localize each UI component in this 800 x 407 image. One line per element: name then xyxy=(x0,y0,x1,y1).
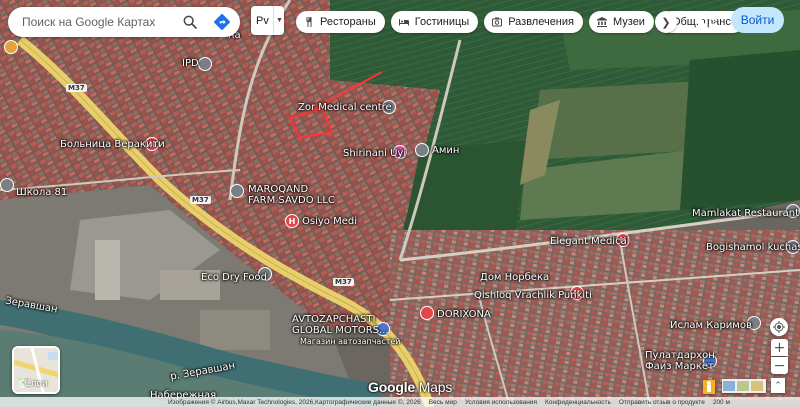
chip-label: Развлечения xyxy=(508,16,574,28)
terms-link[interactable]: Условия использования xyxy=(465,399,537,406)
zoom-out-button[interactable]: − xyxy=(771,357,788,374)
place-pin[interactable] xyxy=(198,57,212,71)
road-shield: M37 xyxy=(66,84,87,92)
label-shirinani[interactable]: Shirinani Uyi xyxy=(343,148,406,159)
fork-knife-icon xyxy=(306,17,312,27)
label-amin[interactable]: Амин xyxy=(432,145,459,156)
place-pin[interactable] xyxy=(415,143,429,157)
chip-label: Общ. транс xyxy=(671,16,731,28)
feedback-link[interactable]: Отправить отзыв о продукте xyxy=(619,399,705,406)
chip-restaurants[interactable]: Рестораны xyxy=(296,11,385,33)
road-shield: M37 xyxy=(190,196,211,204)
road-shield: M37 xyxy=(333,278,354,286)
my-location-button[interactable] xyxy=(770,318,788,336)
label-elegant[interactable]: Elegant Medical xyxy=(550,236,629,247)
search-input[interactable] xyxy=(22,15,172,29)
label-pulat[interactable]: Пулатдархон Фаиз Маркет xyxy=(645,350,715,372)
imagery-preview-icon xyxy=(723,381,763,391)
chevron-right-icon[interactable]: ❯ xyxy=(655,11,677,33)
label-osiyo[interactable]: Osiyo Medi xyxy=(302,216,357,227)
chip-entertainment[interactable]: Развлечения xyxy=(484,11,583,33)
chip-hotels[interactable]: Гостиницы xyxy=(390,11,479,33)
google-maps-logo: Google Maps xyxy=(368,379,453,395)
signin-button[interactable]: Войти xyxy=(731,7,784,33)
directions-icon[interactable] xyxy=(213,13,231,31)
label-medical[interactable]: Zor Medical centre xyxy=(298,102,392,113)
label-ecodry[interactable]: Eco Dry Food xyxy=(201,272,267,283)
school-icon[interactable] xyxy=(0,178,14,192)
place-pin[interactable] xyxy=(230,184,244,198)
chevron-down-icon[interactable]: ▼ xyxy=(276,17,283,24)
apps-grid-icon[interactable] xyxy=(704,12,718,26)
label-maroqand[interactable]: MAROQAND FARM SAVDO LLC xyxy=(248,184,335,206)
country-link[interactable]: Весь мир xyxy=(429,399,457,406)
layers-label: Слои xyxy=(24,379,48,389)
museum-icon xyxy=(596,17,607,27)
chip-label: Гостиницы xyxy=(414,16,470,28)
label-school[interactable]: Школа 81 xyxy=(16,187,67,198)
label-qishloq[interactable]: Qishloq Vrachlik Punkiti xyxy=(474,290,592,301)
privacy-link[interactable]: Конфиденциальность xyxy=(545,399,611,406)
label-magazin[interactable]: Магазин автозапчастей xyxy=(300,336,401,347)
my-location-icon xyxy=(773,321,785,333)
label-dom[interactable]: Дом Норбека xyxy=(480,272,549,283)
scale-label[interactable]: 200 м xyxy=(713,399,730,406)
imagery-thumbnails[interactable] xyxy=(722,379,766,393)
label-dorixona[interactable]: DORIXONA xyxy=(437,309,491,320)
layers-toggle[interactable]: Слои xyxy=(12,346,60,394)
map-type-label: Рv xyxy=(256,14,269,27)
bed-icon xyxy=(398,19,409,26)
imagery-credit: Изображения © Airbus,Maxar Technologies,… xyxy=(168,398,421,406)
expand-up-icon[interactable]: ⌃ xyxy=(771,378,785,393)
label-hospital[interactable]: Больница Веракити xyxy=(60,139,165,150)
place-pin[interactable] xyxy=(4,40,18,54)
search-icon[interactable] xyxy=(182,14,198,30)
chip-museums[interactable]: Музеи xyxy=(588,11,654,33)
map-footer: Изображения © Airbus,Maxar Technologies,… xyxy=(0,397,800,407)
label-islam[interactable]: Ислам Каримов xyxy=(670,320,752,331)
chip-label: Музеи xyxy=(612,16,645,28)
label-mamlakat[interactable]: Mamlakat Restaurant xyxy=(692,208,799,219)
zoom-in-button[interactable]: + xyxy=(771,339,788,356)
label-avtoz[interactable]: AVTOZAPCHASTI GLOBAL MOTORS... xyxy=(292,314,389,336)
map-type-button[interactable]: Рv ▼ xyxy=(251,6,284,35)
chip-label: Рестораны xyxy=(320,16,376,28)
pharmacy-icon[interactable] xyxy=(420,306,434,320)
pegman-icon[interactable] xyxy=(703,380,715,394)
label-bogishamol[interactable]: Bogishamol kuchasi xyxy=(706,242,800,253)
hospital-icon[interactable]: H xyxy=(285,214,299,228)
camera-icon xyxy=(492,17,503,27)
label-ipd[interactable]: IPD xyxy=(182,58,199,69)
search-box[interactable] xyxy=(8,7,240,37)
